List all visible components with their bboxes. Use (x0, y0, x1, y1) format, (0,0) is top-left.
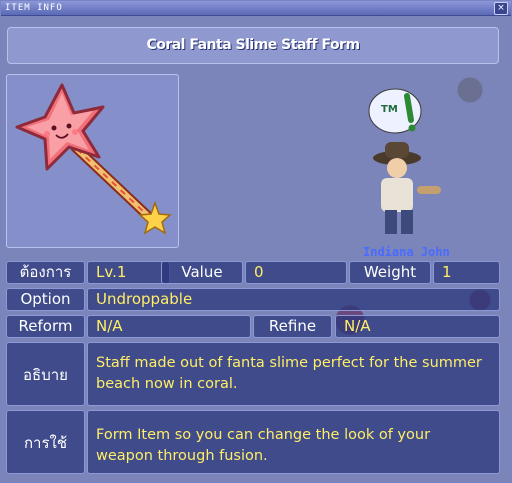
usage-label: การใช้ (6, 410, 85, 474)
description-text: Staff made out of fanta slime perfect fo… (87, 342, 500, 406)
refine-value: N/A (335, 315, 500, 338)
item-name: Coral Fanta Slime Staff Form (7, 27, 499, 64)
reform-label: Reform (6, 315, 85, 338)
window-title: ITEM INFO (5, 3, 63, 13)
character-name: Indiana John (363, 245, 450, 259)
item-image-frame (6, 74, 179, 248)
npc-badge: TM (381, 104, 398, 115)
option-value: Undroppable (87, 288, 500, 311)
weight-value: 1 (433, 261, 500, 284)
star-staff-icon (15, 83, 172, 235)
item-info-window: ITEM INFO × Coral Fanta Slime Staff Form (0, 0, 512, 483)
requirement-label: ต้องการ (6, 261, 85, 284)
level-value: Lv.1 (87, 261, 170, 284)
option-label: Option (6, 288, 85, 311)
reform-value: N/A (87, 315, 251, 338)
player-character-sprite (368, 88, 441, 234)
close-button[interactable]: × (494, 2, 508, 15)
value-label: Value (161, 261, 243, 284)
weight-label: Weight (349, 261, 431, 284)
usage-text: Form Item so you can change the look of … (87, 410, 500, 474)
refine-label: Refine (253, 315, 332, 338)
value-value: 0 (245, 261, 347, 284)
description-label: อธิบาย (6, 342, 85, 406)
window-titlebar[interactable]: ITEM INFO × (1, 1, 511, 16)
